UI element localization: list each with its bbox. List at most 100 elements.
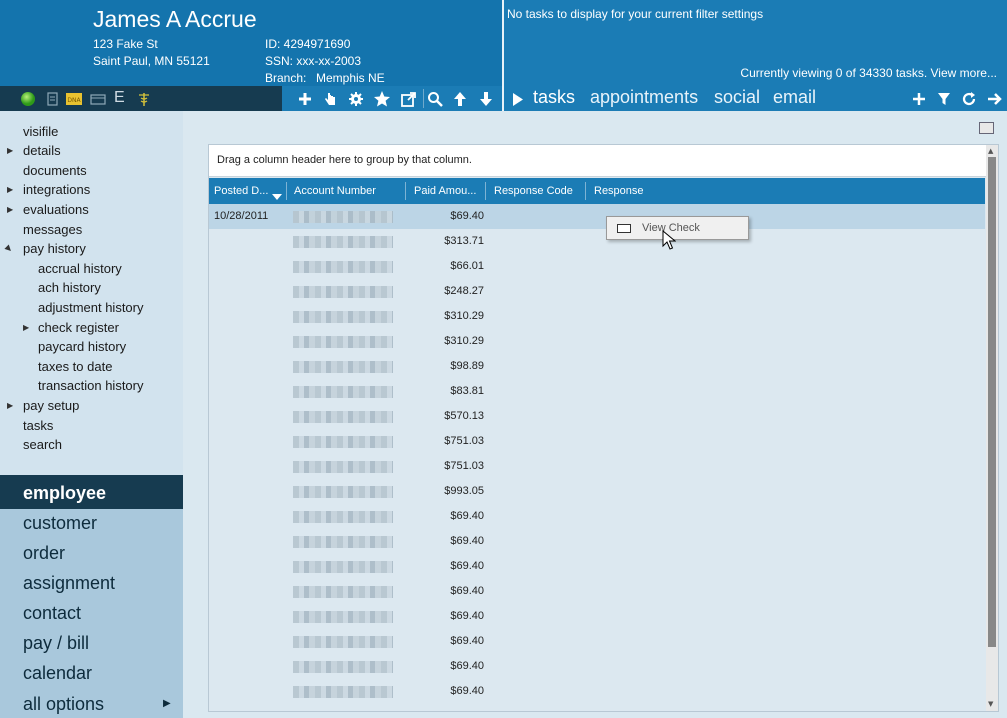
sidebar-item-adjustment-history[interactable]: adjustment history [38,300,144,315]
column-separator[interactable] [286,182,287,200]
table-row[interactable]: 10/28/2011 $69.40 [209,204,985,229]
sidebar-item-tasks[interactable]: tasks [23,418,53,433]
column-header-posted-date[interactable]: Posted D... [214,185,268,197]
panel-toggle-icon[interactable] [979,122,994,134]
add-icon[interactable] [295,89,315,109]
forward-icon[interactable] [985,89,1005,109]
column-separator[interactable] [405,182,406,200]
green-status-icon[interactable] [20,91,36,107]
star-icon[interactable] [372,89,392,109]
export-icon[interactable] [399,89,419,109]
table-row[interactable]: $313.71 [209,229,985,254]
context-menu: View Check [606,216,749,240]
vertical-scrollbar[interactable]: ▲ ▼ [986,145,998,711]
view-more-link[interactable]: Currently viewing 0 of 34330 tasks. View… [740,66,997,80]
gear-icon[interactable] [346,89,366,109]
expand-arrow-icon[interactable]: ▶ [7,185,13,194]
cell-paid-amount: $98.89 [450,360,484,372]
column-header-response[interactable]: Response [594,185,644,197]
main-nav-all-options[interactable]: all options [23,694,104,715]
cell-account-number-redacted [293,561,393,573]
table-row[interactable]: $310.29 [209,304,985,329]
sidebar-item-check-register[interactable]: check register [38,320,119,335]
cell-account-number-redacted [293,511,393,523]
sidebar-item-ach-history[interactable]: ach history [38,280,101,295]
table-row[interactable]: $69.40 [209,504,985,529]
table-row[interactable]: $751.03 [209,454,985,479]
table-row[interactable]: $98.89 [209,354,985,379]
sidebar-item-search[interactable]: search [23,437,62,452]
scroll-thumb[interactable] [988,157,996,647]
sidebar-item-paycard-history[interactable]: paycard history [38,339,126,354]
table-row[interactable]: $69.40 [209,604,985,629]
main-nav-contact[interactable]: contact [23,603,81,624]
filter-icon[interactable] [934,89,954,109]
sidebar-item-pay-history[interactable]: pay history [23,241,86,256]
dna-icon[interactable]: DNA [66,91,82,107]
table-row[interactable]: $69.40 [209,654,985,679]
medical-icon[interactable] [136,91,152,107]
sidebar-item-documents[interactable]: documents [23,163,87,178]
e-verify-icon[interactable]: E [114,89,130,106]
sidebar-item-transaction-history[interactable]: transaction history [38,378,144,393]
card-icon[interactable] [90,91,106,107]
cell-account-number-redacted [293,236,393,248]
column-header-paid-amount[interactable]: Paid Amou... [414,185,476,197]
group-by-panel[interactable]: Drag a column header here to group by th… [209,145,998,177]
hand-icon[interactable] [320,89,340,109]
table-row[interactable]: $310.29 [209,329,985,354]
main-nav-pay-bill[interactable]: pay / bill [23,633,89,654]
table-row[interactable]: $69.40 [209,679,985,704]
sidebar-item-visifile[interactable]: visifile [23,124,58,139]
sidebar-item-details[interactable]: details [23,143,61,158]
tab-email[interactable]: email [773,87,816,108]
main-nav-customer[interactable]: customer [23,513,97,534]
sidebar-item-messages[interactable]: messages [23,222,82,237]
sidebar-item-pay-setup[interactable]: pay setup [23,398,79,413]
table-row[interactable]: $69.40 [209,554,985,579]
table-row[interactable]: $69.40 [209,529,985,554]
main-nav-employee[interactable]: employee [23,483,106,504]
table-row[interactable]: $83.81 [209,379,985,404]
main-nav-calendar[interactable]: calendar [23,663,92,684]
expand-arrow-icon[interactable]: ▶ [7,146,13,155]
sidebar-item-integrations[interactable]: integrations [23,182,90,197]
table-row[interactable]: $993.05 [209,479,985,504]
arrow-down-icon[interactable] [476,89,496,109]
employee-id: ID: 4294971690 [265,37,351,51]
arrow-up-icon[interactable] [450,89,470,109]
play-icon[interactable] [512,93,524,109]
cell-account-number-redacted [293,636,393,648]
all-options-arrow-icon[interactable]: ▶ [163,698,171,709]
column-separator[interactable] [585,182,586,200]
expand-arrow-icon[interactable]: ▶ [23,323,29,332]
column-header-response-code[interactable]: Response Code [494,185,573,197]
collapse-arrow-icon[interactable]: ▶ [4,243,15,254]
sidebar-item-accrual-history[interactable]: accrual history [38,261,122,276]
search-icon[interactable] [425,89,445,109]
sidebar-item-evaluations[interactable]: evaluations [23,202,89,217]
document-icon[interactable] [44,91,60,107]
main-nav-assignment[interactable]: assignment [23,573,115,594]
scroll-up-icon[interactable]: ▲ [988,147,993,155]
table-row[interactable]: $66.01 [209,254,985,279]
add-task-icon[interactable] [909,89,929,109]
table-row[interactable]: $570.13 [209,404,985,429]
expand-arrow-icon[interactable]: ▶ [7,205,13,214]
table-row[interactable]: $69.40 [209,629,985,654]
table-row[interactable]: $248.27 [209,279,985,304]
cell-account-number-redacted [293,461,393,473]
tab-tasks[interactable]: tasks [533,87,575,108]
column-header-account-number[interactable]: Account Number [294,185,376,197]
refresh-icon[interactable] [959,89,979,109]
scroll-down-icon[interactable]: ▼ [988,700,993,708]
table-row[interactable]: $751.03 [209,429,985,454]
main-nav-order[interactable]: order [23,543,65,564]
sort-desc-icon[interactable] [272,189,282,203]
tab-social[interactable]: social [714,87,760,108]
tab-appointments[interactable]: appointments [590,87,698,108]
sidebar-item-taxes-to-date[interactable]: taxes to date [38,359,112,374]
column-separator[interactable] [485,182,486,200]
table-row[interactable]: $69.40 [209,579,985,604]
expand-arrow-icon[interactable]: ▶ [7,401,13,410]
